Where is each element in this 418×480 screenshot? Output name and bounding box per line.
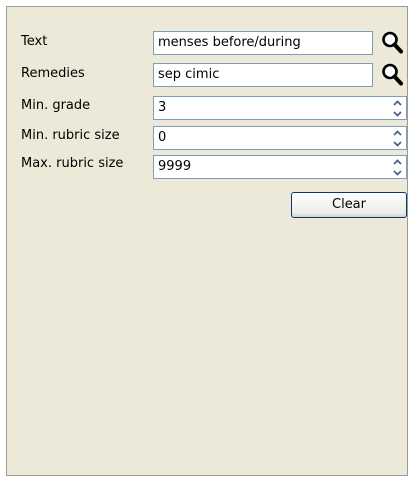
- spin-up-button[interactable]: [389, 157, 405, 166]
- chevron-down-icon: [392, 110, 402, 117]
- min-rubric-size-field[interactable]: 0: [153, 126, 407, 150]
- max-rubric-size-value: 9999: [158, 159, 192, 174]
- spin-up-button[interactable]: [389, 128, 405, 137]
- search-panel: Text menses before/during Remedies sep c…: [6, 6, 408, 476]
- min-grade-field[interactable]: 3: [153, 96, 407, 120]
- text-search-button[interactable]: [377, 29, 407, 55]
- search-icon: [382, 63, 403, 86]
- spin-down-button[interactable]: [389, 109, 405, 118]
- remedies-search-button[interactable]: [377, 61, 407, 87]
- chevron-up-icon: [392, 158, 402, 165]
- spin-up-button[interactable]: [389, 98, 405, 107]
- chevron-down-icon: [392, 169, 402, 176]
- chevron-up-icon: [392, 99, 402, 106]
- spin-down-button[interactable]: [389, 168, 405, 177]
- max-rubric-size-label: Max. rubric size: [21, 156, 124, 171]
- min-rubric-size-spinner: [389, 128, 405, 148]
- text-label: Text: [21, 34, 48, 49]
- max-rubric-size-spinner: [389, 157, 405, 177]
- min-rubric-size-value: 0: [158, 130, 167, 145]
- min-grade-value: 3: [158, 100, 167, 115]
- spin-down-button[interactable]: [389, 139, 405, 148]
- remedies-input[interactable]: sep cimic: [153, 63, 373, 87]
- search-icon: [382, 31, 403, 54]
- min-grade-label: Min. grade: [21, 98, 91, 113]
- clear-button[interactable]: Clear: [291, 192, 407, 218]
- text-input[interactable]: menses before/during: [153, 31, 373, 55]
- chevron-down-icon: [392, 140, 402, 147]
- max-rubric-size-field[interactable]: 9999: [153, 155, 407, 179]
- remedies-label: Remedies: [21, 66, 85, 81]
- min-rubric-size-label: Min. rubric size: [21, 128, 120, 143]
- chevron-up-icon: [392, 129, 402, 136]
- min-grade-spinner: [389, 98, 405, 118]
